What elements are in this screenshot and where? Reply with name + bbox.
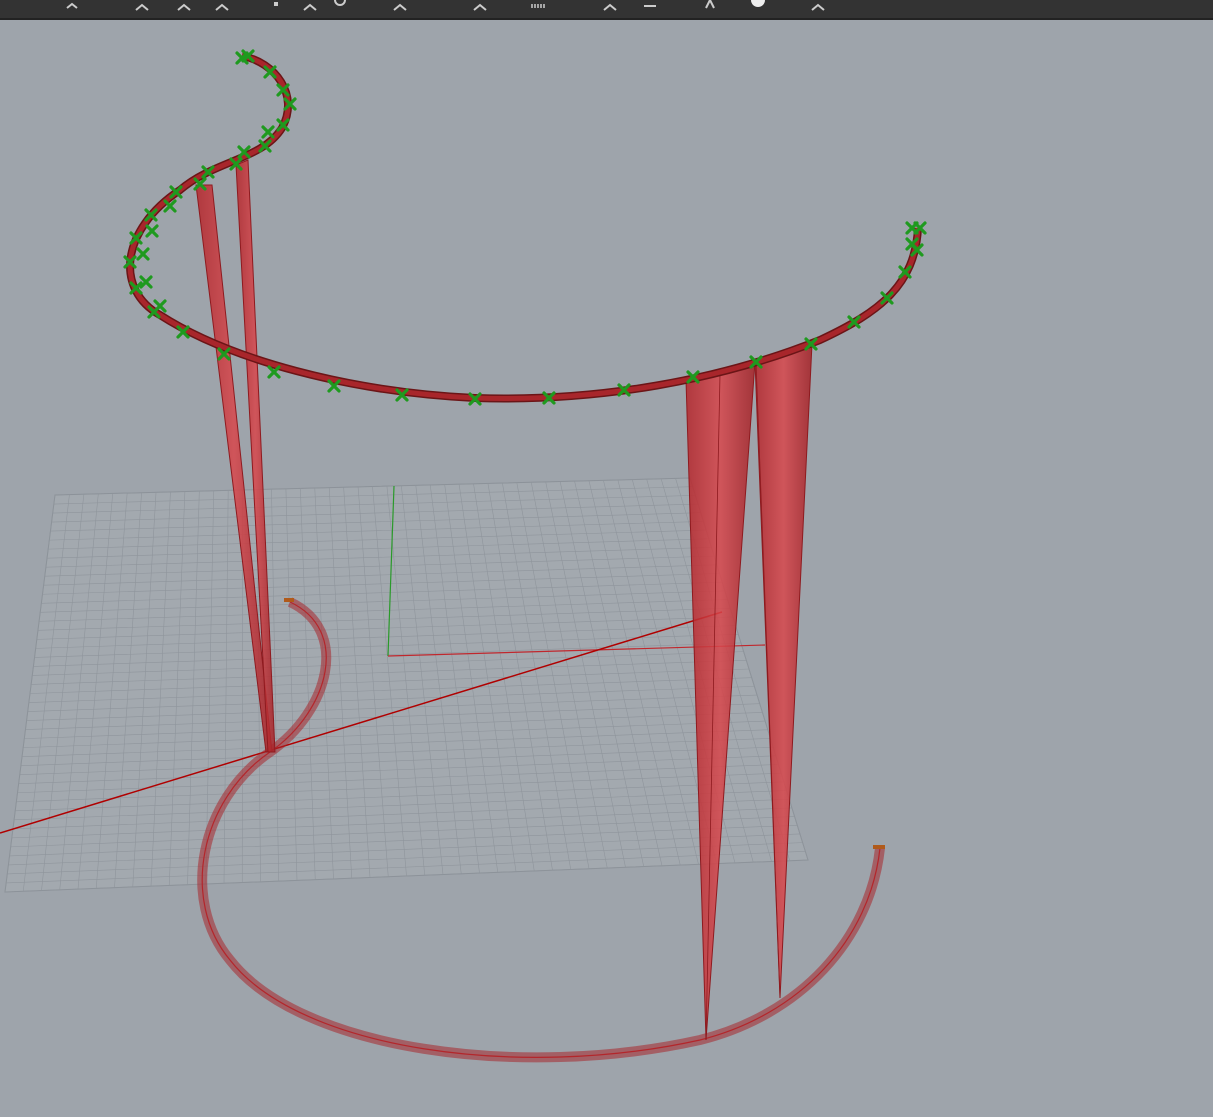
control-point-marker[interactable] bbox=[145, 224, 159, 238]
control-point-marker[interactable] bbox=[153, 299, 167, 313]
perspective-viewport[interactable] bbox=[0, 20, 1213, 1117]
control-point-marker[interactable] bbox=[139, 275, 153, 289]
end-cap-marker bbox=[284, 598, 294, 602]
control-point-marker[interactable] bbox=[261, 125, 275, 139]
rhino-window bbox=[0, 0, 1213, 1117]
control-point-marker[interactable] bbox=[163, 199, 177, 213]
viewport-canvas[interactable] bbox=[0, 0, 1213, 1117]
end-cap-marker bbox=[873, 845, 885, 849]
construction-grid bbox=[4, 477, 809, 893]
control-point-marker[interactable] bbox=[136, 247, 150, 261]
